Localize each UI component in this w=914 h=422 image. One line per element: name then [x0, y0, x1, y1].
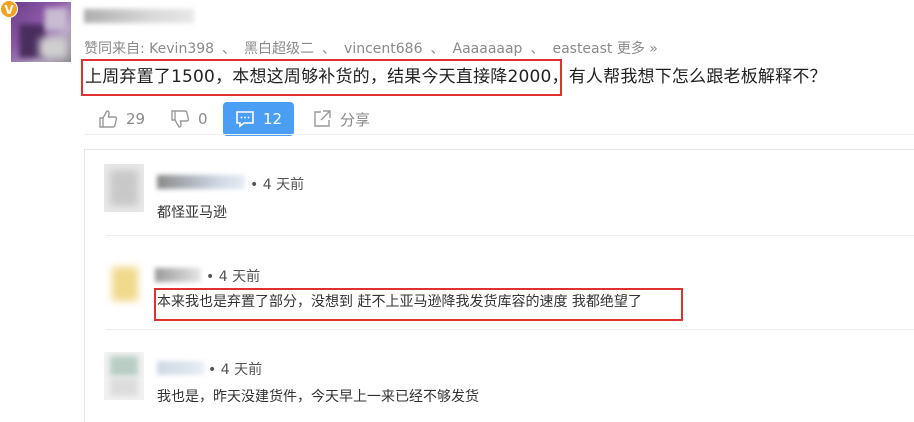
- comment-highlight-box: [154, 288, 683, 321]
- liker-link[interactable]: vincent686: [344, 41, 422, 57]
- comment-divider: [106, 329, 914, 330]
- share-label: 分享: [340, 110, 371, 129]
- comment-time: • 4 天前: [206, 269, 261, 285]
- comment-author-name[interactable]: [157, 175, 245, 189]
- answer-highlight-box: [81, 59, 562, 96]
- likers-more-link[interactable]: 更多 »: [617, 41, 658, 57]
- vip-badge-icon: V: [0, 0, 18, 18]
- liker-separator: 、: [322, 41, 337, 57]
- downvote-button[interactable]: 0: [170, 102, 208, 136]
- comment-count: 12: [263, 110, 283, 128]
- comment-author-name[interactable]: [155, 268, 201, 282]
- downvote-count: 0: [198, 110, 208, 128]
- comment-author-name[interactable]: [157, 361, 205, 375]
- answer-page: V 赞同来自: Kevin398、黑白超级二、 vincent686、 Aaaaaa…: [0, 0, 914, 422]
- liker-link[interactable]: 黑白超级二: [244, 41, 314, 57]
- liker-separator: 、: [430, 41, 445, 57]
- comment-text: 我也是，昨天没建货件，今天早上一来已经不够发货: [157, 389, 479, 405]
- answer-author-name[interactable]: [84, 9, 194, 23]
- liker-link[interactable]: Aaaaaaap: [453, 41, 523, 57]
- comment-avatar[interactable]: [104, 259, 144, 307]
- thumbs-down-icon: [171, 110, 190, 128]
- liker-link[interactable]: easteast: [552, 41, 612, 57]
- comment-button[interactable]: 12: [223, 102, 295, 136]
- liker-separator: 、: [222, 41, 237, 57]
- likers-prefix: 赞同来自:: [84, 41, 145, 57]
- upvote-button[interactable]: 29: [98, 102, 145, 136]
- comment-avatar[interactable]: [104, 164, 144, 212]
- action-bar-divider: [84, 134, 914, 135]
- thumbs-up-icon: [99, 110, 118, 128]
- comment-icon: [236, 111, 254, 128]
- comment-text: 都怪亚马逊: [157, 205, 227, 221]
- liker-separator: 、: [530, 41, 545, 57]
- share-icon: [314, 110, 331, 127]
- comment-avatar[interactable]: [104, 352, 144, 400]
- comment-time: • 4 天前: [208, 362, 263, 378]
- upvote-count: 29: [126, 110, 146, 128]
- comment-divider: [106, 235, 914, 236]
- comment-time: • 4 天前: [250, 177, 305, 193]
- share-button[interactable]: 分享: [312, 102, 370, 136]
- likers-line: 赞同来自: Kevin398、黑白超级二、 vincent686、 Aaaaaaap…: [84, 38, 658, 58]
- answer-avatar[interactable]: [11, 2, 71, 62]
- liker-link[interactable]: Kevin398: [149, 41, 214, 57]
